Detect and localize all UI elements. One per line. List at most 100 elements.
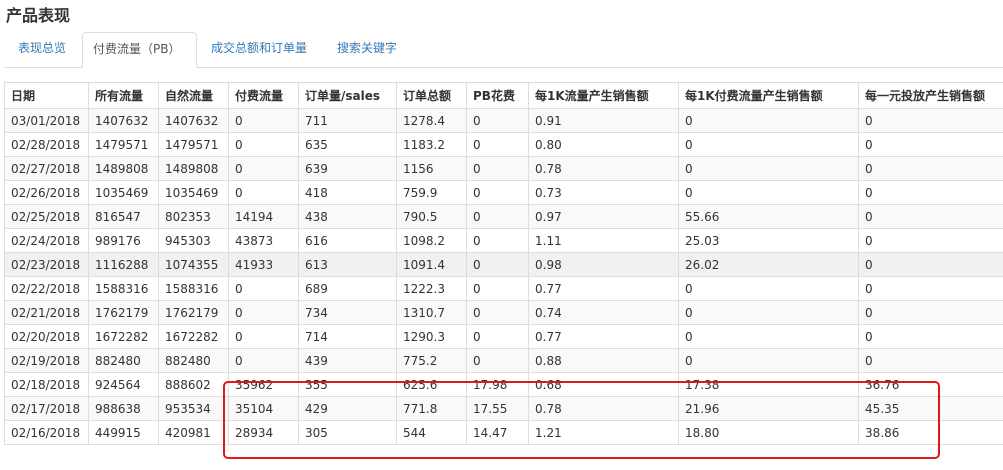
table-cell: 0.98 <box>528 252 679 277</box>
column-header[interactable]: 日期 <box>4 82 89 109</box>
table-cell: 0 <box>858 156 1003 181</box>
table-cell: 1278.4 <box>396 108 467 133</box>
table-row: 02/25/2018 816547 802353 14194 438 790.5 0 0.97… <box>4 204 1003 229</box>
table-cell: 0 <box>858 180 1003 205</box>
table-cell: 1672282 <box>88 324 159 349</box>
table-cell: 882480 <box>88 348 159 373</box>
table-cell: 625.6 <box>396 372 467 397</box>
table-cell: 711 <box>298 108 397 133</box>
table-cell: 1479571 <box>88 132 159 157</box>
table-cell: 0 <box>466 108 529 133</box>
table-row: 02/16/2018 449915 420981 28934 305 544 14.47 1.… <box>4 420 1003 445</box>
table-cell: 02/26/2018 <box>4 180 89 205</box>
table-cell: 0.77 <box>528 324 679 349</box>
table-cell: 305 <box>298 420 397 445</box>
table-row: 02/26/2018 1035469 1035469 0 418 759.9 0 0.73 0 0 <box>4 180 1003 205</box>
table-cell: 639 <box>298 156 397 181</box>
table-cell: 771.8 <box>396 396 467 421</box>
table-cell: 0 <box>466 324 529 349</box>
table-cell: 438 <box>298 204 397 229</box>
column-header[interactable]: 自然流量 <box>158 82 229 109</box>
table-cell: 0 <box>678 108 859 133</box>
table-cell: 989176 <box>88 228 159 253</box>
table-cell: 02/19/2018 <box>4 348 89 373</box>
table-cell: 429 <box>298 396 397 421</box>
table-cell: 0 <box>858 132 1003 157</box>
table-cell: 1074355 <box>158 252 229 277</box>
table-cell: 35962 <box>228 372 299 397</box>
table-cell: 0 <box>228 300 299 325</box>
tab-sales-orders[interactable]: 成交总额和订单量 <box>201 32 317 66</box>
table-cell: 0 <box>228 324 299 349</box>
column-header[interactable]: 付费流量 <box>228 82 299 109</box>
tab-search-keywords[interactable]: 搜索关键字 <box>327 32 407 66</box>
table-cell: 0 <box>466 228 529 253</box>
table-cell: 0.78 <box>528 396 679 421</box>
table-cell: 02/16/2018 <box>4 420 89 445</box>
table-cell: 775.2 <box>396 348 467 373</box>
table-header-row: 日期 所有流量 自然流量 付费流量 订单量/sales 订单总额 PB花费 每1… <box>4 82 1003 109</box>
table-cell: 0 <box>678 180 859 205</box>
table-row: 02/21/2018 1762179 1762179 0 734 1310.7 0 0.74 0… <box>4 300 1003 325</box>
table-cell: 0 <box>228 156 299 181</box>
column-header[interactable]: 订单量/sales <box>298 82 397 109</box>
column-header[interactable]: 每一元投放产生销售额 <box>858 82 1003 109</box>
table-cell: 25.03 <box>678 228 859 253</box>
table-row: 02/23/2018 1116288 1074355 41933 613 1091.4 0 0… <box>4 252 1003 277</box>
table-cell: 1.21 <box>528 420 679 445</box>
column-header[interactable]: 订单总额 <box>396 82 467 109</box>
table-cell: 924564 <box>88 372 159 397</box>
table-cell: 1407632 <box>88 108 159 133</box>
table-cell: 36.76 <box>858 372 1003 397</box>
table-cell: 0 <box>858 324 1003 349</box>
table-row: 03/01/2018 1407632 1407632 0 711 1278.4 0 0.91 0… <box>4 108 1003 133</box>
table-cell: 355 <box>298 372 397 397</box>
table-cell: 0 <box>858 228 1003 253</box>
table-cell: 0 <box>858 348 1003 373</box>
column-header[interactable]: 每1K付费流量产生销售额 <box>678 82 859 109</box>
table-cell: 759.9 <box>396 180 467 205</box>
tab-paid-traffic[interactable]: 付费流量（PB） <box>82 32 197 68</box>
table-cell: 0.68 <box>528 372 679 397</box>
table-cell: 1035469 <box>88 180 159 205</box>
table-cell: 816547 <box>88 204 159 229</box>
table-cell: 35104 <box>228 396 299 421</box>
tab-overview[interactable]: 表现总览 <box>8 32 76 66</box>
column-header[interactable]: PB花费 <box>466 82 529 109</box>
table-cell: 734 <box>298 300 397 325</box>
table-cell: 02/23/2018 <box>4 252 89 277</box>
column-header[interactable]: 每1K流量产生销售额 <box>528 82 679 109</box>
table-row: 02/17/2018 988638 953534 35104 429 771.8 17.55… <box>4 396 1003 421</box>
table-cell: 0.97 <box>528 204 679 229</box>
table-row: 02/19/2018 882480 882480 0 439 775.2 0 0.88 0 0 <box>4 348 1003 373</box>
table-cell: 0.91 <box>528 108 679 133</box>
table-cell: 0 <box>466 156 529 181</box>
table-cell: 26.02 <box>678 252 859 277</box>
table-cell: 18.80 <box>678 420 859 445</box>
table-cell: 888602 <box>158 372 229 397</box>
table-cell: 0.78 <box>528 156 679 181</box>
table-cell: 38.86 <box>858 420 1003 445</box>
table-cell: 17.38 <box>678 372 859 397</box>
table-cell: 0.88 <box>528 348 679 373</box>
table-cell: 02/20/2018 <box>4 324 89 349</box>
table-cell: 02/22/2018 <box>4 276 89 301</box>
table-cell: 790.5 <box>396 204 467 229</box>
table-cell: 14194 <box>228 204 299 229</box>
table-cell: 02/28/2018 <box>4 132 89 157</box>
column-header[interactable]: 所有流量 <box>88 82 159 109</box>
page-title: 产品表现 <box>6 6 71 25</box>
table-cell: 616 <box>298 228 397 253</box>
table-cell: 418 <box>298 180 397 205</box>
table-cell: 945303 <box>158 228 229 253</box>
table-cell: 1035469 <box>158 180 229 205</box>
table-cell: 0.73 <box>528 180 679 205</box>
table-cell: 0.80 <box>528 132 679 157</box>
table-cell: 02/25/2018 <box>4 204 89 229</box>
table-cell: 1588316 <box>88 276 159 301</box>
table-row: 02/28/2018 1479571 1479571 0 635 1183.2 0 0.80 0… <box>4 132 1003 157</box>
table-cell: 0 <box>228 132 299 157</box>
performance-table: 日期 所有流量 自然流量 付费流量 订单量/sales 订单总额 PB花费 每1… <box>4 82 1003 445</box>
table-cell: 0.77 <box>528 276 679 301</box>
table-cell: 1156 <box>396 156 467 181</box>
